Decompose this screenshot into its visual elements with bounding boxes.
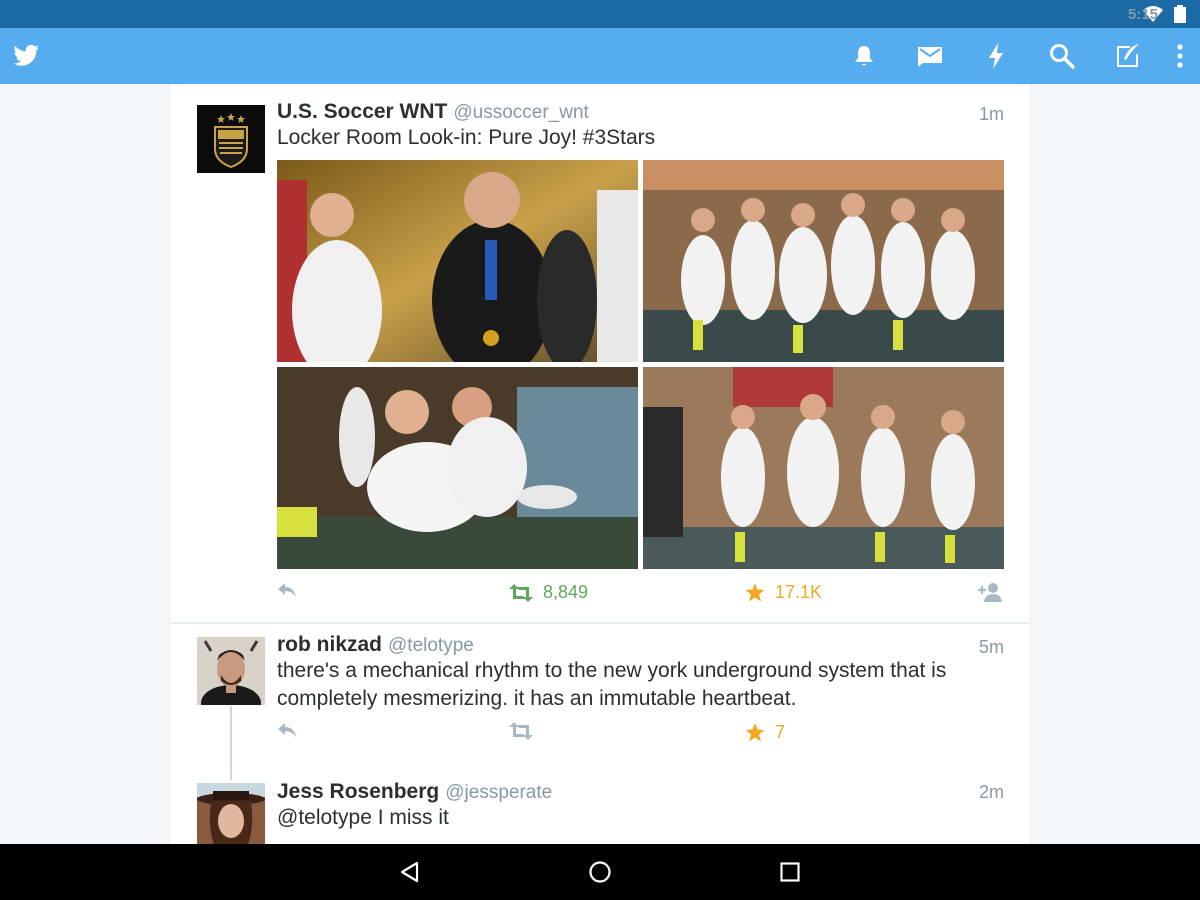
reply-button[interactable] xyxy=(277,582,297,598)
discover-button[interactable] xyxy=(980,40,1012,72)
tweet-photo-3[interactable] xyxy=(277,367,638,569)
search-icon xyxy=(1050,44,1075,69)
status-bar: 5:15 xyxy=(0,0,1200,28)
star-icon xyxy=(745,583,765,602)
compose-tweet-button[interactable] xyxy=(1112,40,1144,72)
app-bar xyxy=(0,28,1200,84)
ussoccer-crest-icon xyxy=(214,113,248,169)
author-name-text: U.S. Soccer WNT xyxy=(277,100,448,123)
avatar-photo-rob xyxy=(197,637,265,705)
tweet-text: there's a mechanical rhythm to the new y… xyxy=(277,659,947,710)
avatar-telotype[interactable] xyxy=(197,637,265,705)
retweet-count: 8,849 xyxy=(543,582,589,602)
status-time: 5:15 xyxy=(1127,5,1158,23)
author-handle[interactable]: @jessperate xyxy=(445,782,552,803)
back-button[interactable] xyxy=(390,856,430,888)
avatar-jessperate[interactable] xyxy=(197,783,265,844)
tweet-timestamp: 1m xyxy=(978,104,1004,124)
system-nav-bar xyxy=(0,844,1200,900)
conversation-thread-line xyxy=(230,706,232,780)
star-icon xyxy=(745,723,765,742)
retweet-icon xyxy=(509,722,533,740)
notifications-bell-icon xyxy=(855,46,873,66)
reply-button[interactable] xyxy=(277,722,297,738)
overflow-menu-icon xyxy=(1177,44,1183,68)
follow-user-icon xyxy=(978,583,1002,602)
author-handle[interactable]: @telotype xyxy=(388,635,474,656)
twitter-bird-icon[interactable] xyxy=(12,42,40,70)
tweet-actions: 7 xyxy=(277,722,1007,748)
reply-icon xyxy=(278,723,296,737)
tweet-text: Locker Room Look-in: Pure Joy! #3Stars xyxy=(277,126,656,149)
tweet-timestamp: 5m xyxy=(978,637,1004,657)
favorite-count: 17.1K xyxy=(775,582,823,602)
avatar-ussoccer[interactable] xyxy=(197,105,265,173)
timeline: U.S. Soccer WNT @ussoccer_wnt 1m Locker R… xyxy=(169,84,1031,844)
tweet-timestamp: 2m xyxy=(978,782,1004,802)
battery-icon xyxy=(1174,5,1186,23)
retweet-button[interactable]: 8,849 xyxy=(509,582,588,603)
overflow-menu-button[interactable] xyxy=(1164,40,1196,72)
favorite-count: 7 xyxy=(775,722,786,742)
home-icon xyxy=(589,861,611,883)
retweet-button[interactable] xyxy=(509,722,543,740)
tweet-author-name[interactable]: U.S. Soccer WNT @ussoccer_wnt xyxy=(277,100,589,124)
tweet-photo-1[interactable] xyxy=(277,160,638,362)
tweet-jessperate[interactable]: Jess Rosenberg @jessperate 2m @telotype I… xyxy=(170,774,1030,844)
favorite-button[interactable]: 7 xyxy=(745,722,785,743)
author-name-text: rob nikzad xyxy=(277,633,383,656)
tweet-ussoccer[interactable]: U.S. Soccer WNT @ussoccer_wnt 1m Locker R… xyxy=(170,84,1030,622)
back-icon xyxy=(400,861,419,883)
author-name-text: Jess Rosenberg xyxy=(277,780,440,803)
home-button[interactable] xyxy=(580,856,620,888)
messages-button[interactable] xyxy=(914,40,946,72)
author-handle[interactable]: @ussoccer_wnt xyxy=(453,102,588,123)
favorite-button[interactable]: 17.1K xyxy=(745,582,822,603)
tweet-photo-grid xyxy=(277,160,1004,569)
tweet-photo-4[interactable] xyxy=(643,367,1004,569)
avatar-photo-jess xyxy=(197,783,265,844)
tweet-photo-2[interactable] xyxy=(643,160,1004,362)
retweet-icon xyxy=(509,583,533,602)
compose-tweet-icon xyxy=(1117,44,1139,67)
tweet-actions: 8,849 17.1K xyxy=(277,582,1007,608)
reply-icon xyxy=(278,583,296,597)
recents-button[interactable] xyxy=(770,856,810,888)
tweet-text: @telotype I miss it xyxy=(277,806,449,829)
tweet-author-name[interactable]: Jess Rosenberg @jessperate xyxy=(277,780,552,804)
recents-icon xyxy=(780,862,800,882)
tweet-author-name[interactable]: rob nikzad @telotype xyxy=(277,633,474,657)
search-button[interactable] xyxy=(1046,40,1078,72)
messages-envelope-icon xyxy=(918,47,942,67)
tweet-telotype[interactable]: rob nikzad @telotype 5m there's a mechani… xyxy=(170,624,1030,774)
discover-lightning-icon xyxy=(989,43,1003,69)
notifications-button[interactable] xyxy=(848,40,880,72)
follow-user-button[interactable] xyxy=(977,582,1003,602)
